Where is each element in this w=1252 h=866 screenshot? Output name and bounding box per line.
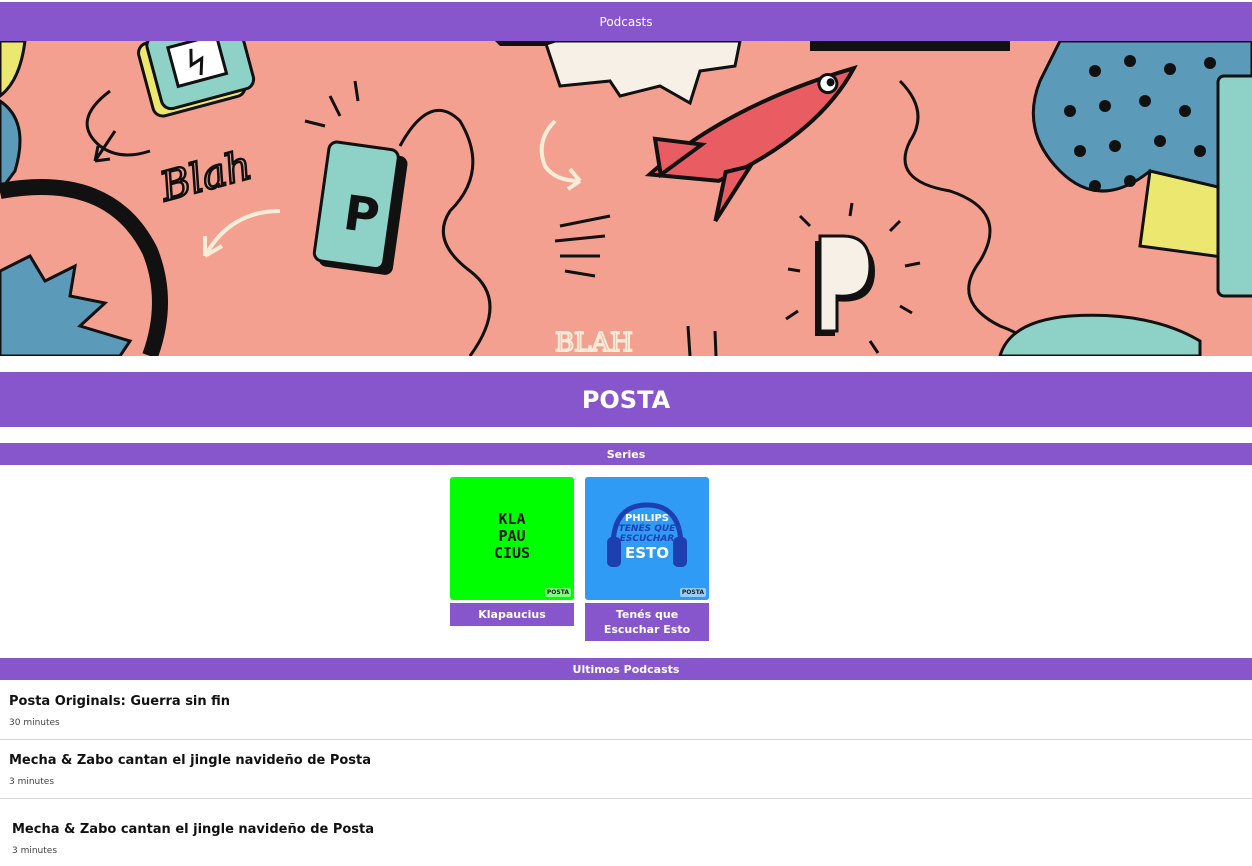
series-cover-klapaucius[interactable]: KLA PAU CIUS POSTA xyxy=(450,477,574,600)
brand-bar: POSTA xyxy=(0,372,1252,427)
top-header: Podcasts xyxy=(0,2,1252,41)
latest-section-header: Ultimos Podcasts xyxy=(0,658,1252,680)
hero-blah-caps: BLAH xyxy=(555,328,633,356)
cover-title-tenes-que-escuchar-esto: PHILIPS TENÉS QUE ESCUCHAR ESTO xyxy=(618,513,676,562)
brand-name: POSTA xyxy=(581,385,671,414)
episode-item[interactable]: Posta Originals: Guerra sin fin 30 minut… xyxy=(0,681,1252,740)
latest-section-title: Ultimos Podcasts xyxy=(572,662,680,676)
episode-item[interactable]: Mecha & Zabo cantan el jingle navideño d… xyxy=(0,799,1252,866)
series-label-klapaucius[interactable]: Klapaucius xyxy=(450,603,574,626)
episode-duration: 3 minutes xyxy=(9,777,55,787)
series-cover-tenes-que-escuchar-esto[interactable]: PHILIPS TENÉS QUE ESCUCHAR ESTO POSTA xyxy=(585,477,709,600)
series-section-header: Series xyxy=(0,443,1252,465)
posta-badge-icon: POSTA xyxy=(679,588,706,597)
episode-title: Posta Originals: Guerra sin fin xyxy=(9,694,231,709)
cover-title-klapaucius: KLA PAU CIUS xyxy=(493,510,531,562)
series-section-title: Series xyxy=(606,447,646,461)
series-label-tenes-que-escuchar-esto[interactable]: Tenés que Escuchar Esto xyxy=(585,603,709,641)
posta-badge-icon: POSTA xyxy=(544,588,571,597)
hero-banner: Blah P BLAH xyxy=(0,41,1252,356)
series-card-klapaucius[interactable]: KLA PAU CIUS POSTA Klapaucius xyxy=(450,477,574,641)
hero-illustration: Blah P BLAH xyxy=(0,41,1252,356)
series-grid: KLA PAU CIUS POSTA Klapaucius PHILIPS TE… xyxy=(450,477,709,641)
episode-duration: 3 minutes xyxy=(12,846,58,856)
series-card-tenes-que-escuchar-esto[interactable]: PHILIPS TENÉS QUE ESCUCHAR ESTO POSTA Te… xyxy=(585,477,709,641)
episode-title: Mecha & Zabo cantan el jingle navideño d… xyxy=(12,822,375,837)
episode-duration: 30 minutes xyxy=(9,718,60,728)
episode-item[interactable]: Mecha & Zabo cantan el jingle navideño d… xyxy=(0,740,1252,799)
header-title: Podcasts xyxy=(599,14,653,29)
episode-title: Mecha & Zabo cantan el jingle navideño d… xyxy=(9,753,372,768)
